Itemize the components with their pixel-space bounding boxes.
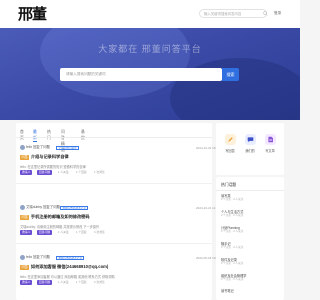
view-count: 2 次浏览 [94, 280, 105, 284]
post-title[interactable]: 手机注册的邮箱及如何修改密码 [31, 214, 90, 219]
topic-tag[interactable]: 记录问题与解答 [56, 145, 80, 150]
reply-count: 1 个回复 [76, 170, 87, 174]
topic-item[interactable]: 个人与生活方式 0 个讨论 · 0 人关注 [221, 210, 279, 218]
tabs-divider [16, 137, 212, 138]
view-count: 1 次浏览 [94, 170, 105, 174]
answer-button[interactable]: 回答问题 [37, 280, 53, 285]
topic-item[interactable]: 随手记 0 个讨论 · 0 人关注 [221, 242, 279, 250]
document-icon [267, 136, 273, 143]
follow-count: 1 人关注 [58, 230, 69, 234]
category-badge: 问答 [20, 154, 30, 160]
list-item: felix 回复了问题 电脑与数码技术记录 2022-05-18 19:19 问… [20, 255, 220, 289]
side-action-label: 写回答 [225, 149, 235, 153]
side-action-icon-wrap [264, 134, 276, 145]
top-bar: 邢董 输入关键词搜索问答内容 登录 [0, 0, 300, 28]
invite-button[interactable]: 邀请人 [20, 280, 33, 285]
invite-button[interactable]: 邀请人 [20, 230, 33, 235]
answer-button[interactable]: 回答问题 [37, 230, 53, 235]
avatar[interactable] [20, 255, 25, 260]
write-article-button[interactable]: 写文章 [260, 134, 280, 153]
hot-topics-heading: 热门话题 [221, 183, 237, 187]
topic-item[interactable]: 组织及社会管理学 0 个讨论 · 0 人关注 [221, 274, 279, 282]
our-button[interactable]: 我们的 [240, 134, 260, 153]
post-title-row: 问答 介绍与记录科学自律 [20, 154, 69, 161]
hero-search-button[interactable]: 搜索 [222, 68, 239, 81]
category-badge: 问答 [20, 264, 30, 270]
topic-meta: 0 个讨论 · 0 人关注 [221, 214, 244, 217]
post-title-row: 问答 如何添加客服 微信(244668910@qq.com) [20, 264, 108, 271]
side-action-label: 我们的 [245, 149, 255, 153]
topic-meta: 0 个讨论 · 0 人关注 [221, 246, 244, 249]
category-badge: 问答 [20, 214, 30, 220]
list-item: felix 回复了问题 记录问题与解答 2024-10-22 16:53 问答介… [20, 145, 220, 179]
topic-meta: 0 个讨论 · 0 人关注 [221, 278, 244, 281]
main-feed: 首页 最新 热门 问答精选 悬赏 felix 回复了问题 记录问题与解答 202… [16, 123, 220, 300]
author-name[interactable]: felix 回复了问题 [26, 145, 50, 150]
post-divider [16, 243, 212, 244]
avatar[interactable] [20, 205, 25, 210]
topic-item[interactable]: 读写类 0 个讨论 · 0 人关注 [221, 194, 279, 202]
topic-meta: 0 个讨论 · 0 人关注 [221, 262, 244, 265]
reply-count: 1 个回复 [76, 230, 87, 234]
tab-home[interactable]: 首页 [20, 129, 24, 141]
follow-count: 1 人关注 [58, 280, 69, 284]
side-action-label: 写文章 [265, 149, 275, 153]
side-action-icon-wrap [244, 134, 256, 145]
side-action-icon-wrap [224, 134, 236, 145]
post-excerpt: 艾瑞dubby: 请使用注册的邮箱 并按提示修改 下一步操作 [20, 225, 100, 229]
pencil-icon [227, 137, 233, 142]
list-item: 艾瑞dubby 回复了问题 电脑与数码技术记录 2024-10-21 11:03… [20, 205, 219, 239]
tab-bounty[interactable]: 悬赏 [81, 129, 85, 141]
author-name[interactable]: 艾瑞dubby 回复了问题 [26, 205, 60, 210]
topic-meta: 0 个讨论 · 0 人关注 [221, 230, 244, 233]
topic-item[interactable]: 读书笔记 [221, 289, 279, 293]
topic-tag[interactable]: 电脑与数码技术记录 [60, 205, 89, 210]
view-count: 4 次浏览 [94, 230, 105, 234]
topic-meta: 0 个讨论 · 0 人关注 [221, 198, 244, 201]
site-logo[interactable]: 邢董 [18, 5, 47, 23]
hero-banner: 大家都在 邢董问答平台 请输入搜索问题的关键词 搜索 [0, 28, 300, 120]
follow-count: 1 人关注 [58, 170, 69, 174]
post-divider [16, 183, 212, 184]
chat-icon [247, 137, 253, 143]
post-excerpt: felix: 在这里添加客服 可以通过 添加邮箱 或其他 联系方式 获取帮助 [20, 275, 115, 279]
topic-tag[interactable]: 电脑与数码技术记录 [56, 255, 85, 260]
topic-item[interactable]: 软件及记录 0 个讨论 · 0 人关注 [221, 258, 279, 266]
post-title-row: 问答 手机注册的邮箱及如何修改密码 [20, 214, 90, 221]
topic-title[interactable]: 读书笔记 [221, 289, 279, 293]
hero-search-input[interactable]: 请输入搜索问题的关键词 [60, 68, 222, 81]
invite-button[interactable]: 邀请人 [20, 170, 33, 175]
avatar[interactable] [20, 145, 25, 150]
header-search-input[interactable]: 输入关键词搜索问答内容 [199, 9, 267, 18]
write-answer-button[interactable]: 写回答 [220, 134, 240, 153]
search-icon[interactable] [263, 11, 268, 16]
hero-title: 大家都在 邢董问答平台 [98, 44, 202, 54]
tab-hot[interactable]: 热门 [47, 129, 51, 141]
tab-latest[interactable]: 最新 [33, 129, 37, 142]
hero-glow [40, 28, 190, 98]
heading-divider [216, 190, 284, 191]
post-excerpt: felix: 在这里记录所需要的知识 遵循科学的自律 [20, 165, 86, 169]
author-name[interactable]: felix 回复了问题 [26, 255, 50, 260]
login-link[interactable]: 登录 [274, 10, 281, 16]
post-title[interactable]: 介绍与记录科学自律 [31, 154, 69, 159]
post-title[interactable]: 如何添加客服 微信(244668910@qq.com) [31, 264, 108, 269]
answer-button[interactable]: 回答问题 [37, 170, 53, 175]
hot-topics-panel: 热门话题 读写类 0 个讨论 · 0 人关注 个人与生活方式 0 个讨论 · 0… [216, 177, 284, 300]
topic-item[interactable]: 计划Planning 0 个讨论 · 0 人关注 [221, 226, 279, 234]
reply-count: 1 个回复 [76, 280, 87, 284]
quick-actions-panel: 写回答 我们的 写文章 [216, 123, 284, 175]
